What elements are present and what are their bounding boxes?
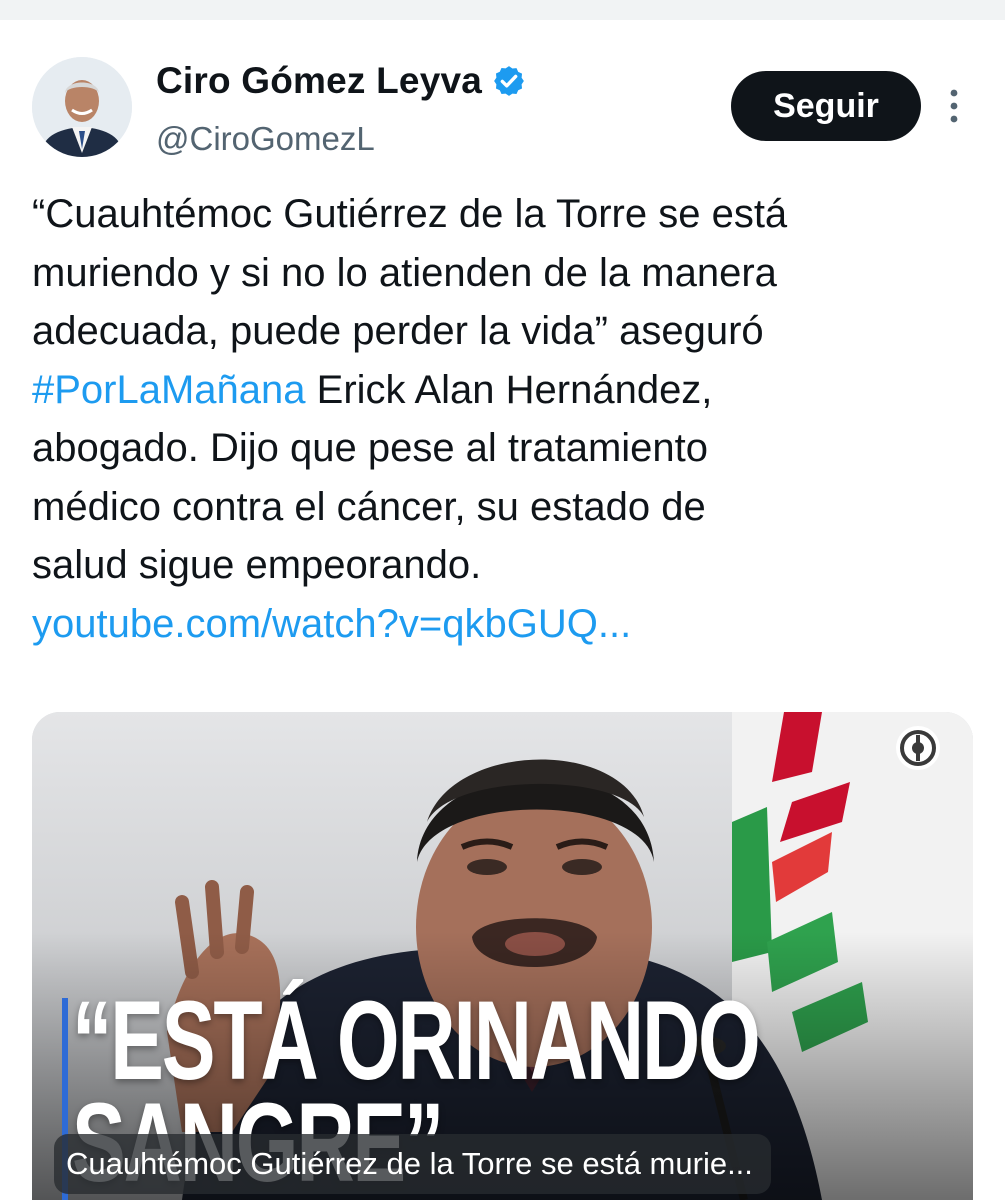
- tweet-text-line: #PorLaMañana Erick Alan Hernández,: [32, 361, 982, 420]
- tweet-text: “Cuauhtémoc Gutiérrez de la Torre se est…: [32, 185, 982, 653]
- tweet-text-line: muriendo y si no lo atienden de la maner…: [32, 250, 777, 295]
- youtube-link[interactable]: youtube.com/watch?v=qkbGUQ...: [32, 595, 982, 654]
- avatar[interactable]: [32, 57, 132, 157]
- more-vertical-icon[interactable]: [944, 88, 964, 124]
- author-name-row: Ciro Gómez Leyva: [156, 58, 526, 104]
- verified-badge-icon: [494, 66, 524, 96]
- tweet-text-line: “Cuauhtémoc Gutiérrez de la Torre se est…: [32, 192, 788, 236]
- author-display-name[interactable]: Ciro Gómez Leyva: [156, 60, 482, 102]
- tweet-text-line: adecuada, puede perder la vida” aseguró: [32, 309, 764, 353]
- top-divider: [0, 0, 1005, 20]
- tweet-text-line: abogado. Dijo que pese al tratamiento: [32, 426, 709, 470]
- follow-button[interactable]: Seguir: [731, 71, 921, 141]
- media-caption: Cuauhtémoc Gutiérrez de la Torre se está…: [54, 1134, 771, 1194]
- media-headline-line: “ESTÁ ORINANDO: [72, 978, 761, 1103]
- tweet-text-segment: Erick Alan Hernández,: [305, 367, 713, 412]
- hashtag-link[interactable]: #PorLaMañana: [32, 368, 306, 412]
- imagen-logo-icon: [896, 726, 940, 770]
- author-handle[interactable]: @CiroGomezL: [156, 120, 375, 158]
- tweet-text-line: salud sigue empeorando.: [32, 543, 482, 587]
- tweet-text-line: médico contra el cáncer, su estado de: [32, 484, 706, 529]
- media-card[interactable]: “ESTÁ ORINANDO SANGRE” Cuauhtémoc Gutiér…: [32, 712, 973, 1200]
